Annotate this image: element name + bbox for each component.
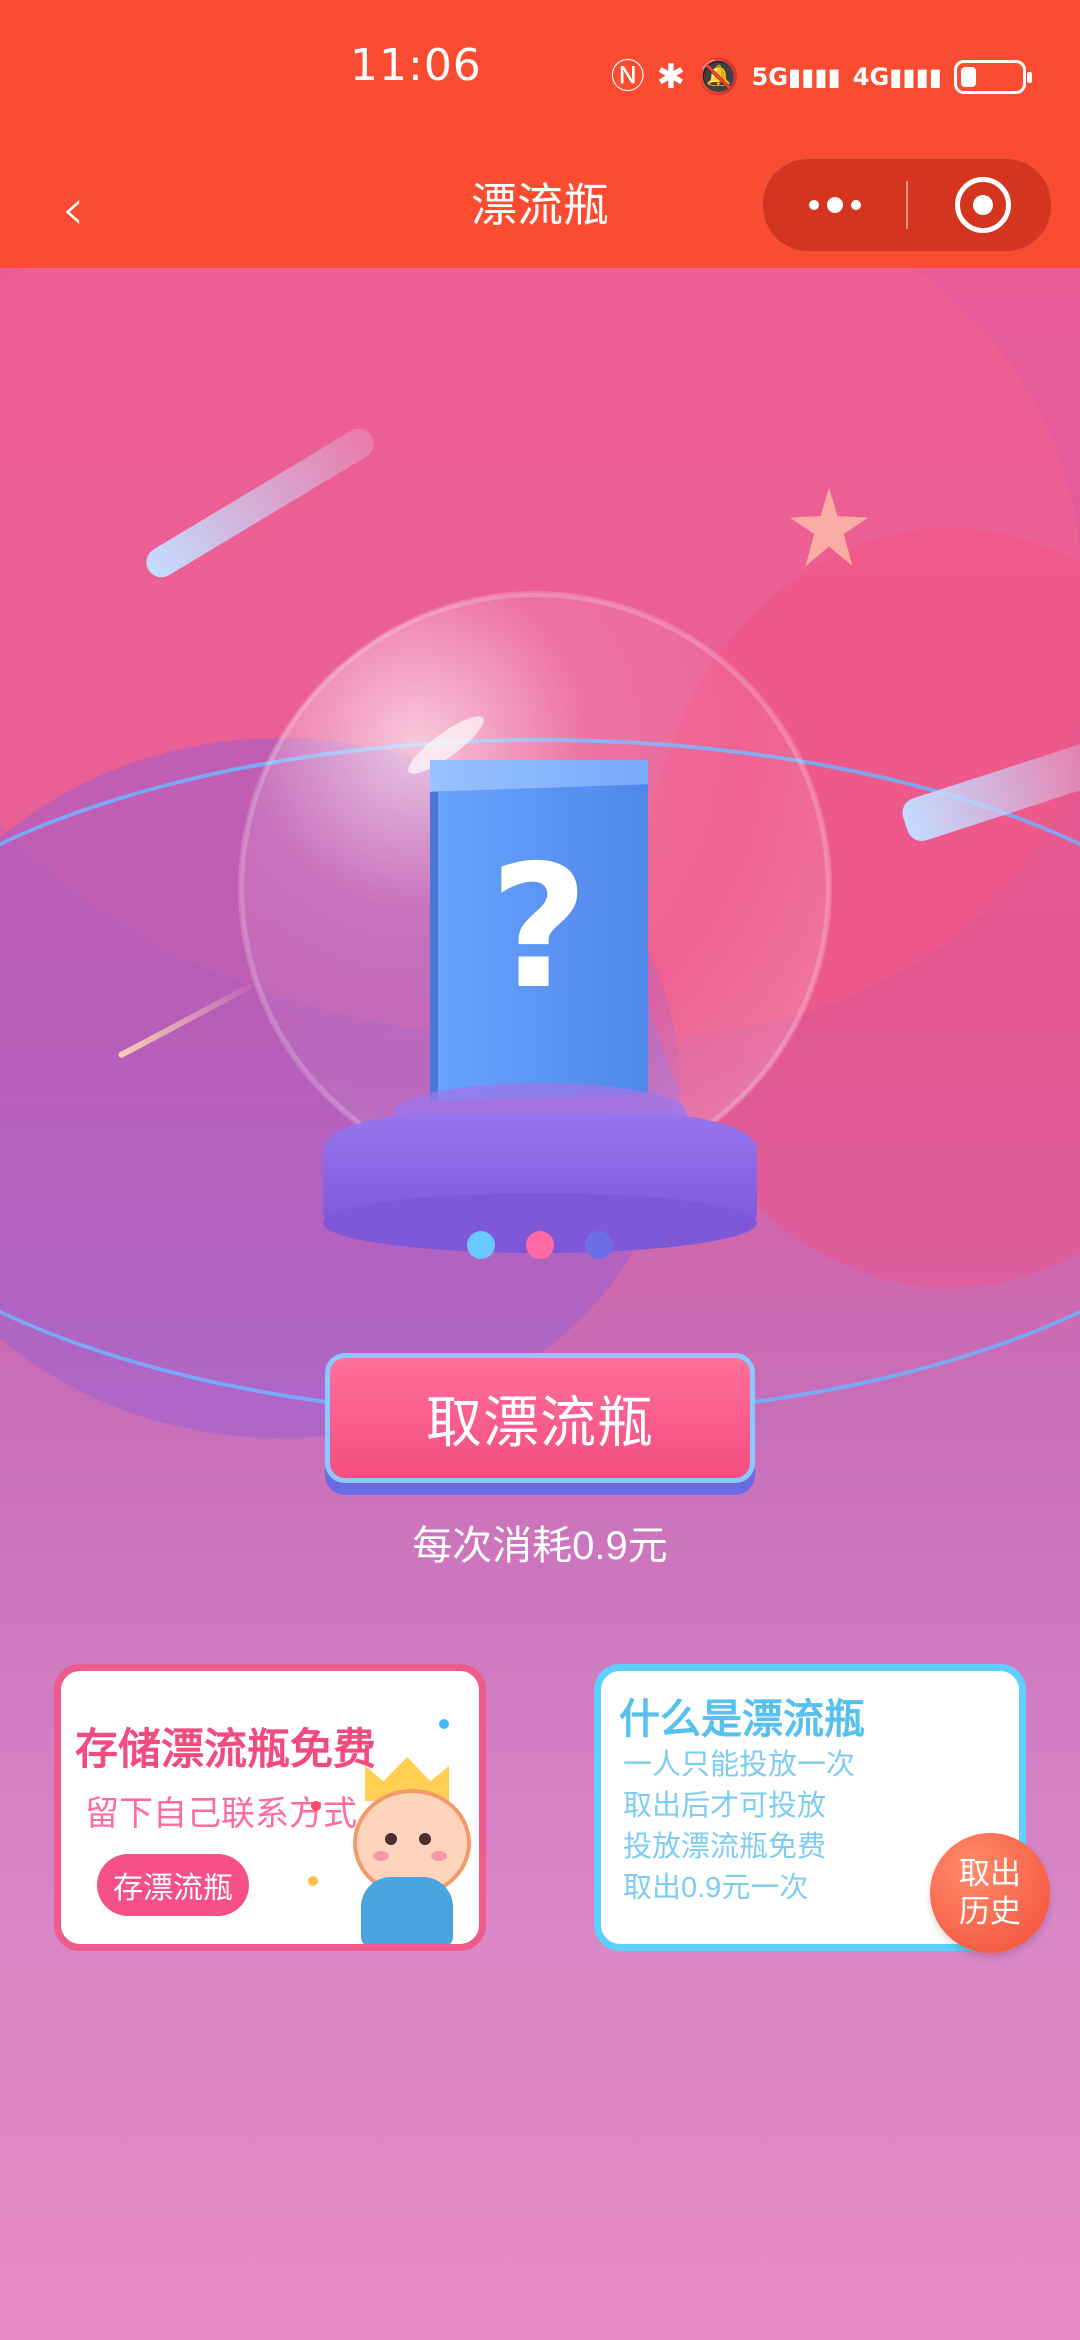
about-card-line: 投放漂流瓶免费 [623, 1831, 827, 1863]
status-icons: Ⓝ ✱ 🔕 5G▮▮▮▮ 4G▮▮▮▮ [610, 52, 1032, 102]
status-time: 11:06 [350, 40, 482, 91]
5g-signal-icon: 5G▮▮▮▮ [751, 63, 841, 91]
mascot-cheek [373, 1851, 389, 1861]
about-card-line: 一人只能投放一次 [623, 1749, 856, 1781]
more-icon-dot [851, 200, 861, 210]
battery-icon [954, 60, 1032, 94]
4g-signal-icon: 4G▮▮▮▮ [852, 63, 942, 91]
more-icon-dot [809, 200, 819, 210]
drift-bottle-main: ? 取漂流瓶 每次消耗0.9元 存储漂流瓶免费 留下自己联系方式 存漂流瓶 什么… [0, 268, 1080, 2340]
status-bar: 11:06 Ⓝ ✱ 🔕 5G▮▮▮▮ 4G▮▮▮▮ [0, 0, 1080, 150]
store-bottle-button[interactable]: 存漂流瓶 [97, 1854, 249, 1916]
confetti-dot [308, 1876, 318, 1886]
top-nav-bar: ‹ 漂流瓶 [0, 150, 1080, 268]
pedestal-light [585, 1231, 613, 1259]
more-icon-dot [827, 197, 843, 213]
target-icon [973, 195, 993, 215]
history-line-2: 历史 [959, 1894, 1021, 1929]
take-history-button[interactable]: 取出 历史 [930, 1833, 1050, 1953]
history-line-1: 取出 [959, 1856, 1021, 1891]
mascot-cheek [431, 1851, 447, 1861]
confetti-dot [439, 1719, 449, 1729]
battery-level [961, 67, 976, 87]
about-card-title: 什么是漂流瓶 [619, 1696, 865, 1742]
mascot-body [361, 1877, 453, 1944]
about-card-line: 取出后才可投放 [623, 1790, 827, 1822]
question-mark-icon: ? [489, 829, 589, 1027]
store-card-title: 存储漂流瓶免费 [75, 1726, 376, 1774]
mascot-image [343, 1741, 475, 1944]
pedestal-light [467, 1231, 495, 1259]
take-bottle-button[interactable]: 取漂流瓶 [325, 1353, 755, 1483]
about-card-line: 取出0.9元一次 [623, 1872, 809, 1904]
more-button[interactable] [791, 177, 879, 233]
mascot-eye [385, 1833, 397, 1845]
pedestal-light [526, 1231, 554, 1259]
bluetooth-icon: ✱ [656, 57, 686, 97]
mute-icon: 🔕 [697, 57, 740, 97]
mini-program-capsule [762, 158, 1052, 252]
confetti-dot [311, 1801, 321, 1811]
capsule-divider [906, 181, 908, 229]
close-mini-program-button[interactable] [955, 177, 1011, 233]
store-bottle-card[interactable]: 存储漂流瓶免费 留下自己联系方式 存漂流瓶 [54, 1664, 486, 1951]
nfc-icon: Ⓝ [610, 57, 645, 97]
cost-text: 每次消耗0.9元 [412, 1524, 668, 1568]
mascot-eye [419, 1833, 431, 1845]
